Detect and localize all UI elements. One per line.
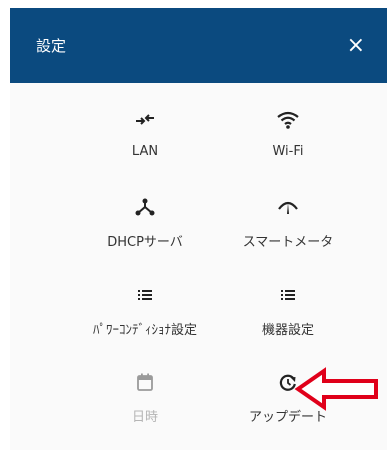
calendar-icon bbox=[133, 370, 157, 394]
top-strip bbox=[0, 0, 390, 8]
close-icon[interactable]: × bbox=[347, 34, 365, 57]
menu-item-power-conditioner[interactable]: ﾊﾟﾜｰｺﾝﾃﾞｨｼｮﾅ設定 bbox=[70, 283, 220, 349]
wifi-icon bbox=[276, 108, 300, 132]
menu-item-label: スマートメータ bbox=[242, 235, 334, 250]
dhcp-server-icon bbox=[133, 195, 157, 219]
settings-header: 設定 × bbox=[10, 8, 387, 83]
menu-item-lan[interactable]: LAN bbox=[70, 108, 220, 174]
menu-item-smart-meter[interactable]: スマートメータ bbox=[213, 195, 363, 261]
menu-item-dhcp-server[interactable]: DHCPサーバ bbox=[70, 195, 220, 261]
menu-item-label: LAN bbox=[131, 144, 159, 159]
list-icon bbox=[276, 283, 300, 307]
menu-item-label: DHCPサーバ bbox=[107, 235, 183, 250]
menu-item-device-settings[interactable]: 機器設定 bbox=[213, 283, 363, 349]
menu-item-label: ﾊﾟﾜｰｺﾝﾃﾞｨｼｮﾅ設定 bbox=[92, 323, 197, 338]
smart-meter-icon bbox=[276, 195, 300, 219]
menu-item-label: 日時 bbox=[131, 410, 158, 425]
page-title: 設定 bbox=[36, 37, 67, 55]
menu-item-label: 機器設定 bbox=[261, 323, 314, 338]
list-icon bbox=[133, 283, 157, 307]
annotation-arrow bbox=[294, 367, 378, 411]
lan-icon bbox=[133, 108, 157, 132]
menu-item-label: Wi-Fi bbox=[272, 144, 304, 159]
menu-item-datetime: 日時 bbox=[70, 370, 220, 436]
menu-item-wifi[interactable]: Wi-Fi bbox=[213, 108, 363, 174]
